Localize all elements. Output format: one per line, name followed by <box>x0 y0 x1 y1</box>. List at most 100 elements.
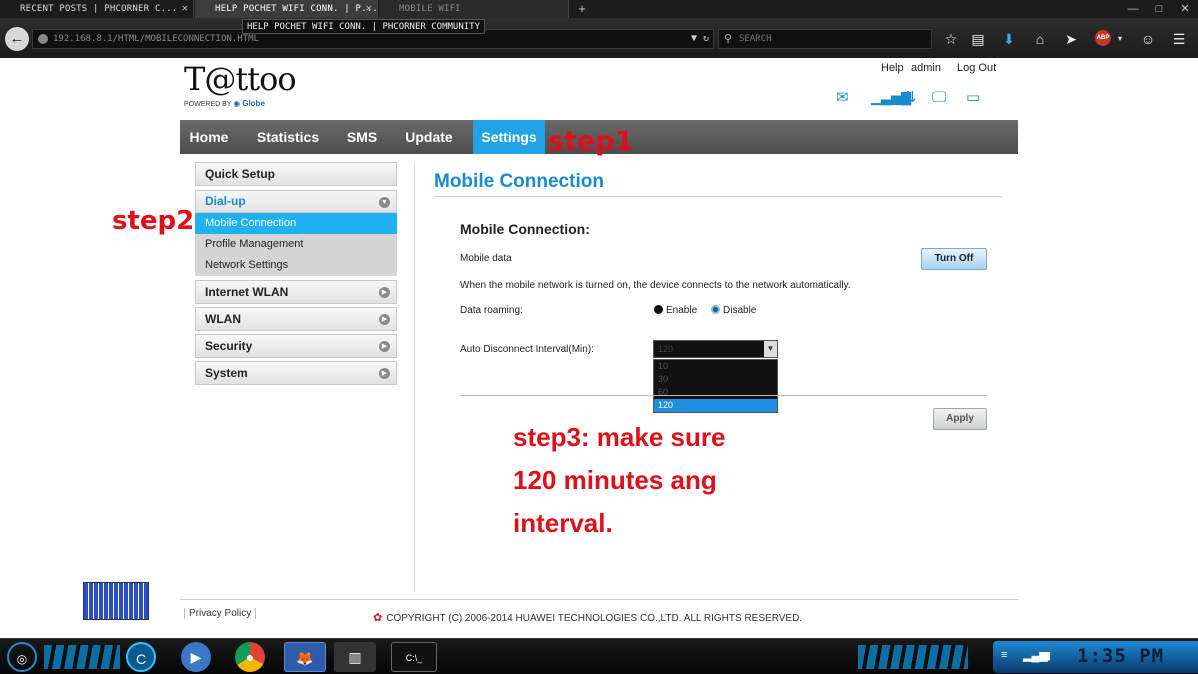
page-title: Mobile Connection <box>434 171 604 192</box>
back-arrow-icon[interactable]: ← <box>5 27 29 51</box>
sidebar-dialup[interactable]: Dial-up ▼ <box>195 190 397 213</box>
roaming-disable-radio[interactable]: Disable <box>711 305 756 317</box>
start-icon[interactable]: ◎ <box>7 642 37 672</box>
sidebar-item-network-settings[interactable]: Network Settings <box>195 255 397 276</box>
content-divider <box>414 162 415 592</box>
url-text: 192.168.8.1/HTML/MOBILECONNECTION.HTML <box>53 34 259 44</box>
step2-annotation: step2 <box>112 206 195 236</box>
apply-button[interactable]: Apply <box>933 408 987 430</box>
media-player-app-icon[interactable]: ▶ <box>181 642 211 672</box>
ccleaner-app-icon[interactable]: C <box>126 642 156 672</box>
interval-option-selected[interactable]: 120 <box>654 399 777 412</box>
footer-divider <box>180 599 1018 600</box>
sidebar-security[interactable]: Security ▶ <box>195 334 397 358</box>
huawei-logo-icon: ✿ <box>373 612 383 624</box>
sidebar-item-mobile-connection[interactable]: Mobile Connection <box>195 213 397 234</box>
nav-statistics[interactable]: Statistics <box>244 120 332 154</box>
interval-option[interactable]: 10 <box>654 360 777 373</box>
sidebar-quick-setup[interactable]: Quick Setup <box>195 162 397 186</box>
search-box[interactable]: ⚲ SEARCH <box>718 29 932 49</box>
cmd-app-icon[interactable]: C:\_ <box>391 642 437 672</box>
explorer-app-icon[interactable]: ▥ <box>334 642 376 672</box>
connected-device-icon: 🖵 <box>932 89 947 106</box>
tab-close-icon[interactable]: ✕ <box>182 0 188 18</box>
radio-selected-icon <box>711 305 720 314</box>
interval-option[interactable]: 30 <box>654 373 777 386</box>
section-title: Mobile Connection: <box>460 221 590 237</box>
minimize-icon[interactable]: — <box>1120 0 1146 18</box>
data-transfer-icon: ⇅ <box>904 89 917 106</box>
interval-option[interactable]: 60 <box>654 386 777 399</box>
sidebar-label: Internet WLAN <box>205 285 289 299</box>
close-window-icon[interactable]: ✕ <box>1172 0 1198 18</box>
admin-user-label: admin <box>911 62 941 74</box>
battery-tray-icon[interactable]: ▮ <box>1045 649 1051 662</box>
nav-home[interactable]: Home <box>180 120 238 154</box>
privacy-policy-link[interactable]: Privacy Policy <box>184 608 257 619</box>
menu-icon[interactable]: ☰ <box>1170 30 1188 48</box>
search-placeholder: SEARCH <box>739 34 772 44</box>
copyright-text: ✿ COPYRIGHT (C) 2006-2014 HUAWEI TECHNOLO… <box>373 611 802 624</box>
send-icon[interactable]: ➤ <box>1062 30 1080 48</box>
interval-selected-value: 120 <box>658 344 674 354</box>
logout-link[interactable]: Log Out <box>957 62 996 76</box>
sidebar-wlan[interactable]: WLAN ▶ <box>195 307 397 331</box>
chevron-right-icon: ▶ <box>379 368 390 379</box>
search-icon: ⚲ <box>724 32 733 45</box>
browser-nav-bar: ← 192.168.8.1/HTML/MOBILECONNECTION.HTML… <box>0 18 1198 58</box>
nav-sms[interactable]: SMS <box>338 120 386 154</box>
help-link[interactable]: Help <box>881 62 904 76</box>
globe-brand-label: Globe <box>242 99 265 108</box>
chat-icon[interactable]: ☺ <box>1139 30 1157 48</box>
new-tab-icon[interactable]: + <box>574 0 590 18</box>
turn-off-button[interactable]: Turn Off <box>921 248 987 270</box>
bookmark-star-icon[interactable]: ☆ <box>942 30 960 48</box>
tab-mobile-wifi[interactable]: MOBILE WIFI <box>379 0 569 18</box>
nav-settings[interactable]: Settings <box>473 120 545 154</box>
browser-tab-bar: RECENT POSTS | PHCORNER C... ✕ HELP POCH… <box>0 0 1198 18</box>
chevron-down-icon[interactable]: ▼ <box>764 341 777 357</box>
chevron-right-icon: ▶ <box>379 314 390 325</box>
home-icon[interactable]: ⌂ <box>1031 30 1049 48</box>
disable-label: Disable <box>723 305 757 316</box>
battery-icon: ▭ <box>966 89 981 106</box>
tab-tooltip: HELP POCHET WIFI CONN. | PHCORNER COMMUN… <box>242 19 485 34</box>
step3-annotation-line3: interval. <box>513 508 613 538</box>
mail-icon[interactable]: ✉ <box>836 88 849 108</box>
download-icon[interactable]: ⬇ <box>1000 30 1018 48</box>
sidebar-item-profile-management[interactable]: Profile Management <box>195 234 397 255</box>
sidebar-system[interactable]: System ▶ <box>195 361 397 385</box>
url-dropdown-reload-icon[interactable]: ▼ ↻ <box>691 30 709 48</box>
nav-update[interactable]: Update <box>394 120 464 154</box>
step3-annotation-line1: step3: make sure <box>513 422 726 452</box>
interval-label: Auto Disconnect Interval(Min): <box>460 344 594 355</box>
radio-dot-icon <box>654 305 663 314</box>
tab-recent-posts[interactable]: RECENT POSTS | PHCORNER C... ✕ <box>0 0 194 18</box>
interval-select[interactable]: 120 ▼ <box>653 340 778 358</box>
sidebar-internet-wlan[interactable]: Internet WLAN ▶ <box>195 280 397 304</box>
adblock-menu-icon[interactable]: ▾ <box>1111 30 1129 48</box>
info-text: When the mobile network is turned on, th… <box>460 280 851 291</box>
bookmarks-list-icon[interactable]: ▤ <box>969 30 987 48</box>
step1-annotation: step1 <box>548 126 634 157</box>
tray-arrow-icon[interactable]: ≡ <box>1001 649 1007 661</box>
chrome-app-icon[interactable]: ● <box>235 642 265 672</box>
roaming-enable-radio[interactable]: Enable <box>654 305 697 317</box>
maximize-icon[interactable]: □ <box>1146 0 1172 18</box>
tab-close-icon[interactable]: ✕ <box>366 0 372 18</box>
firefox-app-icon[interactable]: 🦊 <box>284 642 326 672</box>
sidebar-label: Dial-up <box>205 194 246 208</box>
chevron-down-icon: ▼ <box>379 197 390 208</box>
tab-title: RECENT POSTS | PHCORNER C... <box>20 4 178 14</box>
sidebar-label: WLAN <box>205 312 241 326</box>
window-controls: — □ ✕ <box>1120 0 1198 18</box>
content-rule <box>460 395 987 396</box>
logo-text: T@ttoo <box>184 60 297 98</box>
mobile-data-label: Mobile data <box>460 253 512 264</box>
interval-dropdown-list: 10 30 60 120 <box>653 359 778 413</box>
tab-help-pochet-wifi[interactable]: HELP POCHET WIFI CONN. | P... ✕ <box>195 0 378 18</box>
step3-annotation-line2: 120 minutes ang <box>513 465 717 495</box>
adblock-icon[interactable]: ABP <box>1095 30 1111 46</box>
network-tray-icon[interactable]: ▂▄▆ <box>1023 649 1048 662</box>
logo-subtitle: POWERED BY ◉ Globe <box>184 99 304 108</box>
